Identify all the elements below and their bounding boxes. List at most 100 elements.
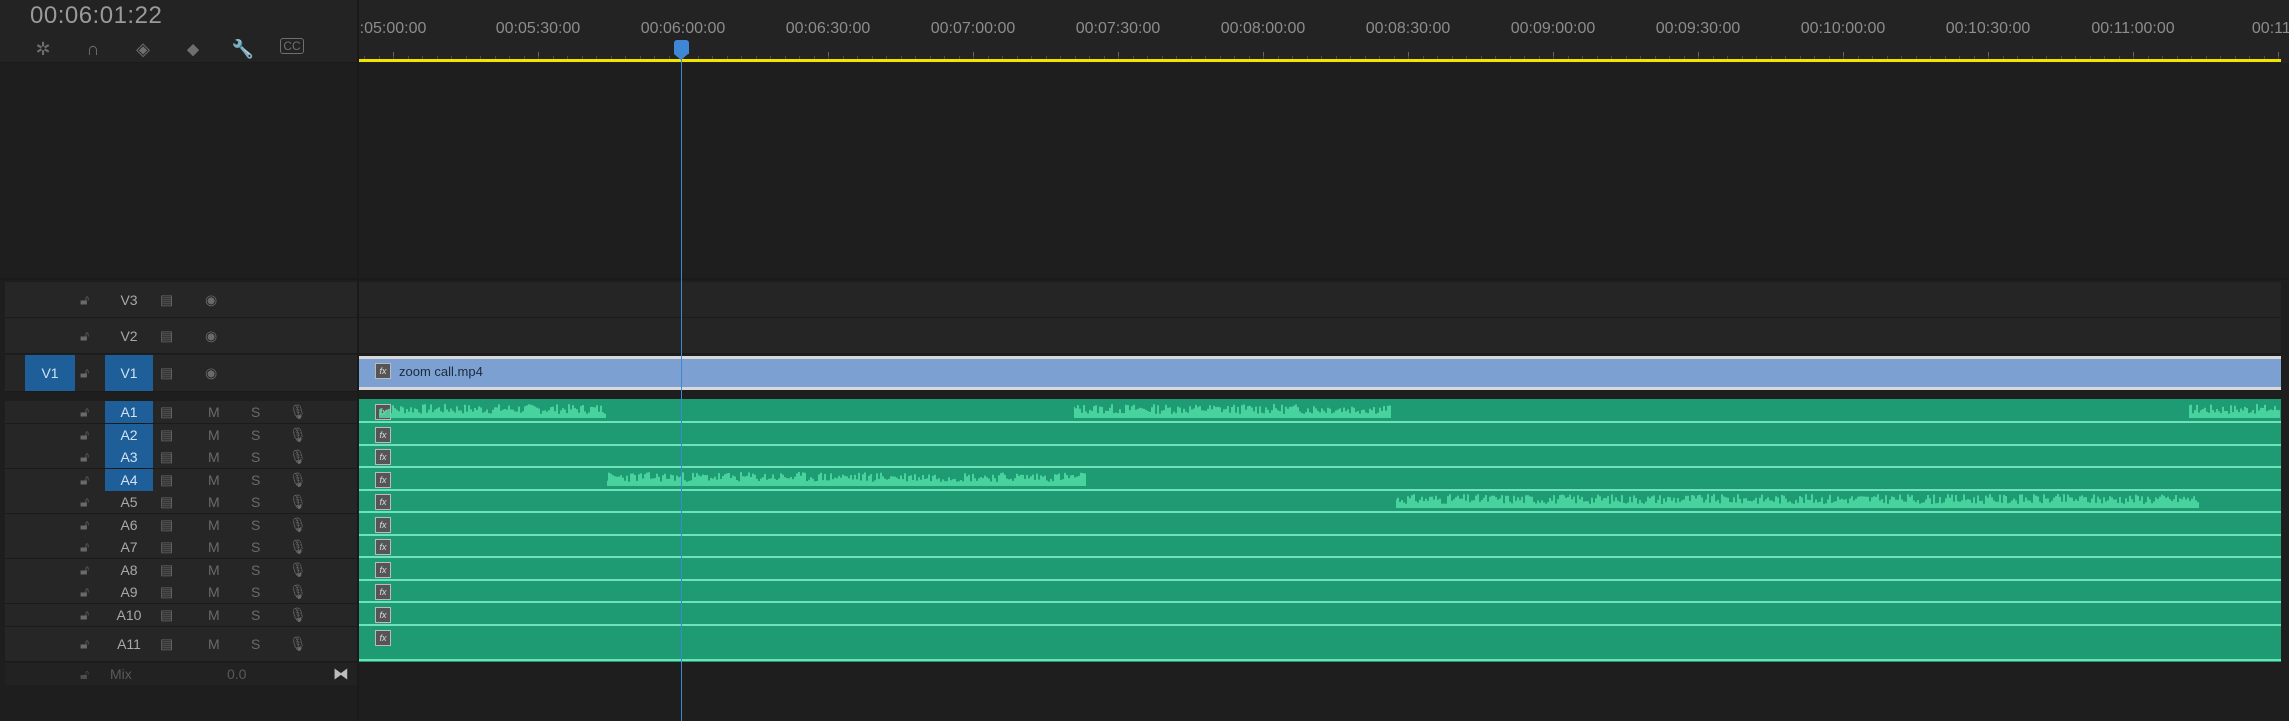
linked-selection-icon[interactable]: ∩ <box>80 38 106 60</box>
audio-lane[interactable]: fx <box>359 491 2281 513</box>
track-label-a7[interactable]: A7 <box>105 539 153 555</box>
eye-icon[interactable]: ◉ <box>205 365 217 382</box>
solo-button[interactable]: S <box>251 404 260 420</box>
mute-button[interactable]: M <box>208 494 220 510</box>
captions-icon[interactable]: CC <box>280 38 304 54</box>
track-label-a2[interactable]: A2 <box>105 424 153 446</box>
track-label-a1[interactable]: A1 <box>105 401 153 423</box>
playhead-timecode[interactable]: 00:06:01:22 <box>30 2 162 30</box>
source-patch-v1[interactable]: V1 <box>25 355 75 391</box>
mute-button[interactable]: M <box>208 404 220 420</box>
solo-button[interactable]: S <box>251 449 260 465</box>
lock-icon[interactable]: 🔓︎ <box>80 449 89 466</box>
toggle-sync-icon[interactable]: ▤ <box>160 607 173 624</box>
lock-icon[interactable]: 🔓︎ <box>80 365 89 382</box>
audio-lane[interactable]: fx <box>359 424 2281 446</box>
playhead-line[interactable] <box>681 48 682 721</box>
track-label-a5[interactable]: A5 <box>105 494 153 510</box>
time-ruler[interactable]: :05:00:00 00:05:30:00 00:06:00:00 00:06:30:… <box>359 0 2289 62</box>
voiceover-record-icon[interactable]: 🎙︎ <box>289 427 307 444</box>
solo-button[interactable]: S <box>251 494 260 510</box>
voiceover-record-icon[interactable]: 🎙︎ <box>289 404 307 421</box>
lock-icon[interactable]: 🔓︎ <box>80 636 89 653</box>
lock-icon[interactable]: 🔓︎ <box>80 291 89 308</box>
mute-button[interactable]: M <box>208 636 220 652</box>
solo-button[interactable]: S <box>251 636 260 652</box>
add-marker-icon[interactable]: ◈ <box>130 38 156 60</box>
mute-button[interactable]: M <box>208 584 220 600</box>
fx-badge[interactable]: fx <box>375 584 391 600</box>
toggle-sync-icon[interactable]: ▤ <box>160 584 173 601</box>
snap-icon[interactable]: ✲ <box>30 38 56 60</box>
voiceover-record-icon[interactable]: 🎙︎ <box>289 584 307 601</box>
fx-badge[interactable]: fx <box>375 539 391 555</box>
solo-button[interactable]: S <box>251 472 260 488</box>
mute-button[interactable]: M <box>208 427 220 443</box>
toggle-sync-icon[interactable]: ▤ <box>160 365 173 382</box>
audio-lane[interactable]: fx <box>359 514 2281 536</box>
video-clip[interactable]: fx zoom call.mp4 <box>359 356 2281 390</box>
track-label-a3[interactable]: A3 <box>105 446 153 468</box>
voiceover-record-icon[interactable]: 🎙︎ <box>289 449 307 466</box>
toggle-sync-icon[interactable]: ▤ <box>160 539 173 556</box>
voiceover-record-icon[interactable]: 🎙︎ <box>289 494 307 511</box>
voiceover-record-icon[interactable]: 🎙︎ <box>289 517 307 534</box>
toggle-sync-icon[interactable]: ▤ <box>160 494 173 511</box>
mute-button[interactable]: M <box>208 539 220 555</box>
solo-button[interactable]: S <box>251 562 260 578</box>
track-row-v3[interactable] <box>359 282 2281 318</box>
lock-icon[interactable]: 🔓︎ <box>80 539 89 556</box>
track-label-v2[interactable]: V2 <box>105 328 153 344</box>
audio-lane[interactable]: fx <box>359 604 2281 626</box>
audio-lane[interactable]: fx <box>359 627 2281 661</box>
toggle-sync-icon[interactable]: ▤ <box>160 449 173 466</box>
lock-icon[interactable]: 🔓︎ <box>80 472 89 489</box>
track-label-a6[interactable]: A6 <box>105 517 153 533</box>
track-label-v3[interactable]: V3 <box>105 292 153 308</box>
eye-icon[interactable]: ◉ <box>205 291 217 308</box>
fx-badge[interactable]: fx <box>375 363 391 379</box>
fx-badge[interactable]: fx <box>375 472 391 488</box>
track-label-a4[interactable]: A4 <box>105 469 153 491</box>
voiceover-record-icon[interactable]: 🎙︎ <box>289 539 307 556</box>
lock-icon[interactable]: 🔓︎ <box>80 517 89 534</box>
audio-lane[interactable]: fx <box>359 446 2281 468</box>
solo-button[interactable]: S <box>251 607 260 623</box>
mute-button[interactable]: M <box>208 607 220 623</box>
audio-lane[interactable]: fx <box>359 401 2281 423</box>
toggle-sync-icon[interactable]: ▤ <box>160 517 173 534</box>
lock-icon[interactable]: 🔓︎ <box>80 584 89 601</box>
bowtie-icon[interactable]: ⧓ <box>333 664 349 684</box>
lock-icon[interactable]: 🔓︎ <box>80 562 89 579</box>
toggle-sync-icon[interactable]: ▤ <box>160 472 173 489</box>
audio-lane[interactable]: fx <box>359 559 2281 581</box>
track-label-a8[interactable]: A8 <box>105 562 153 578</box>
audio-lane[interactable]: fx <box>359 469 2281 491</box>
fx-badge[interactable]: fx <box>375 517 391 533</box>
playhead-handle[interactable] <box>674 40 689 60</box>
mute-button[interactable]: M <box>208 517 220 533</box>
voiceover-record-icon[interactable]: 🎙︎ <box>289 636 307 653</box>
lock-icon[interactable]: 🔓︎ <box>80 494 89 511</box>
lock-icon[interactable]: 🔓︎ <box>80 327 89 344</box>
audio-lane[interactable]: fx <box>359 536 2281 558</box>
marker-icon[interactable]: ⬥ <box>180 38 206 60</box>
fx-badge[interactable]: fx <box>375 449 391 465</box>
track-label-v1[interactable]: V1 <box>105 355 153 391</box>
voiceover-record-icon[interactable]: 🎙︎ <box>289 562 307 579</box>
solo-button[interactable]: S <box>251 427 260 443</box>
fx-badge[interactable]: fx <box>375 494 391 510</box>
work-area-bar[interactable] <box>359 59 2281 62</box>
mute-button[interactable]: M <box>208 472 220 488</box>
solo-button[interactable]: S <box>251 584 260 600</box>
eye-icon[interactable]: ◉ <box>205 327 217 344</box>
mix-value[interactable]: 0.0 <box>227 666 246 682</box>
track-label-a9[interactable]: A9 <box>105 584 153 600</box>
audio-lane[interactable]: fx <box>359 581 2281 603</box>
toggle-sync-icon[interactable]: ▤ <box>160 636 173 653</box>
toggle-sync-icon[interactable]: ▤ <box>160 562 173 579</box>
track-label-a11[interactable]: A11 <box>105 636 153 652</box>
toggle-sync-icon[interactable]: ▤ <box>160 327 173 344</box>
solo-button[interactable]: S <box>251 539 260 555</box>
audio-clip[interactable]: fx fx fx fx fx fx fx fx fx fx fx <box>359 399 2281 662</box>
